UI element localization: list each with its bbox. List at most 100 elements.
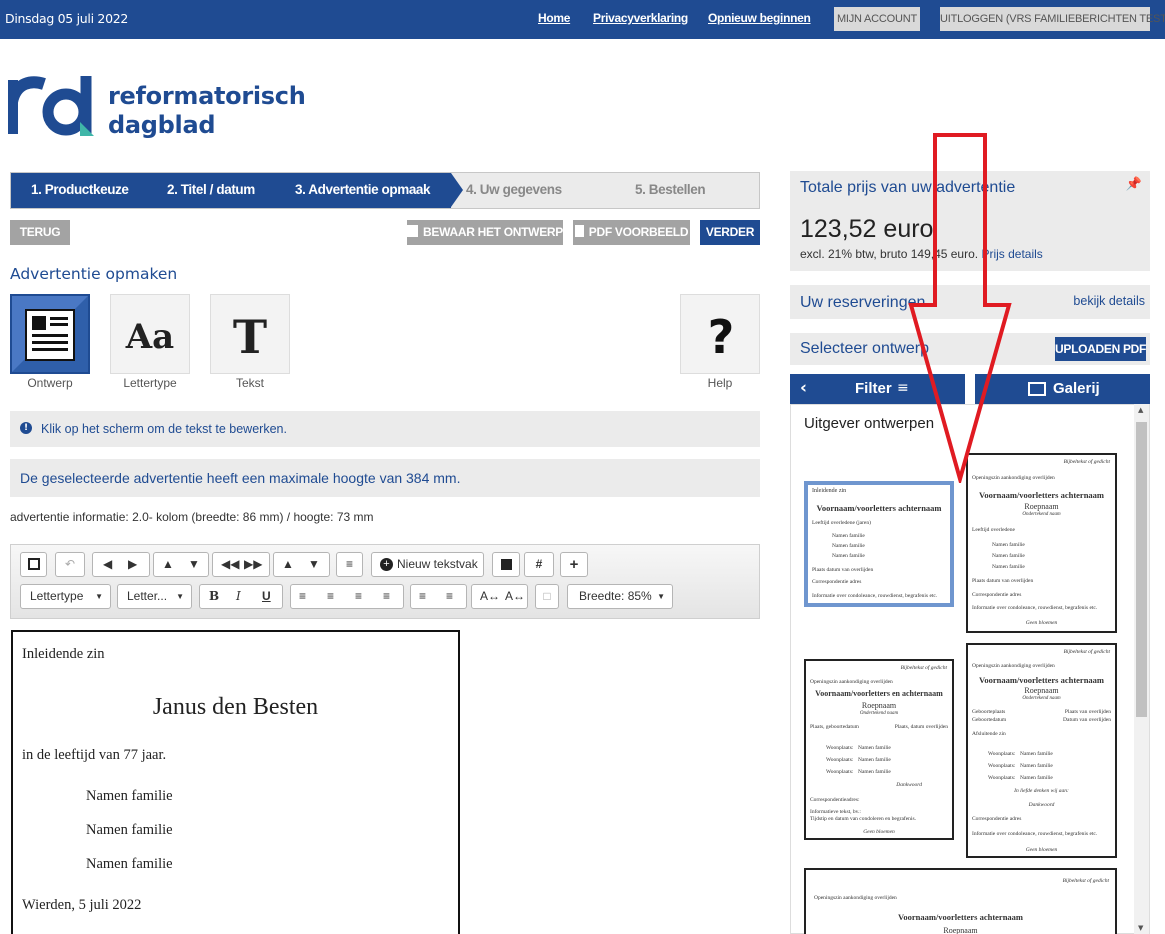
logout-button[interactable]: UITLOGGEN (VRS FAMILIEBERICHTEN TEST) [940, 7, 1165, 31]
thumb-3-line: Ondertekend naam [859, 711, 899, 716]
new-textbox-button[interactable]: + Nieuw tekstvak [371, 552, 484, 577]
thumb-4-line: Roepnaam [1024, 686, 1059, 695]
arrow-left-icon[interactable]: ◀ [103, 553, 112, 576]
ad-family-2[interactable]: Namen familie [86, 822, 173, 839]
line-spacing-increase-icon[interactable]: ≡ [446, 585, 453, 608]
nav-link-restart[interactable]: Opnieuw beginnen [708, 11, 811, 25]
next-button[interactable]: VERDER [700, 220, 760, 245]
my-account-button[interactable]: MIJN ACCOUNT [834, 7, 920, 31]
nav-link-home[interactable]: Home [538, 11, 570, 25]
align-left-icon[interactable]: ≡ [299, 585, 306, 608]
pdf-preview-button[interactable]: PDF VOORBEELD [573, 220, 690, 245]
ad-name[interactable]: Janus den Besten [13, 694, 458, 721]
thumb-4-line: In liefde denken wij aan: [1014, 788, 1069, 794]
save-design-button[interactable]: BEWAAR HET ONTWERP [407, 220, 563, 245]
section-title: Advertentie opmaken [10, 265, 178, 283]
design-thumb-5[interactable]: Bijbeltekst of gedicht Openingszin aanko… [804, 868, 1117, 934]
ad-intro[interactable]: Inleidende zin [22, 646, 105, 663]
nav-link-privacy[interactable]: Privacyverklaring [593, 11, 688, 25]
align-justify-icon[interactable]: ≡ [383, 585, 390, 608]
pin-icon[interactable]: 📌 [1126, 177, 1142, 192]
thumb-5-line: Roepnaam [943, 926, 978, 934]
bold-icon[interactable]: B [209, 585, 219, 608]
layout-design-icon [12, 296, 88, 372]
ad-info-text: advertentie informatie: 2.0- kolom (bree… [10, 510, 374, 524]
tool-help[interactable]: ? [680, 294, 760, 374]
back-button[interactable]: TERUG [10, 220, 70, 245]
arrow-up-icon[interactable]: ▲ [162, 553, 174, 576]
thumb-2-line: Ondertekend naam [1022, 512, 1061, 517]
paste-button[interactable]: □ [535, 584, 559, 609]
editor-toolbar: ↶ ◀ ▶ ▲ ▼ ◀◀ ▶▶ ▲ ▼ ≡ + Nieuw tekstvak # + L… [10, 544, 760, 619]
hash-grid-button[interactable]: # [524, 552, 554, 577]
design-thumb-3[interactable]: Bijbeltekst of gedicht Openingszin aanko… [804, 659, 954, 840]
upload-pdf-button[interactable]: UPLOADEN PDF [1055, 337, 1146, 361]
step-advertentie-opmaak[interactable]: 3. Advertentie opmaak [295, 182, 431, 197]
design-thumb-4[interactable]: Bijbeltekst of gedicht Openingszin aanko… [966, 643, 1117, 858]
add-button[interactable]: + [560, 552, 588, 577]
arrow-down-icon[interactable]: ▼ [188, 553, 200, 576]
thumb-4-line: Informatie over condoleance, rouwdienst,… [972, 831, 1098, 837]
width-select[interactable]: Breedte: 85% ▼ [567, 584, 673, 609]
to-top-icon[interactable]: ▲ [282, 553, 294, 576]
thumb-4-line: Correspondentie adres [972, 816, 1022, 822]
thumb-4-line: Dankwoord [1028, 802, 1055, 808]
italic-icon[interactable]: I [236, 585, 241, 608]
thumb-1-line: Leeftijd overledene (jaren) [812, 520, 871, 526]
align-center-icon[interactable]: ≡ [327, 585, 334, 608]
thumb-4-line: Woonplaats: [988, 763, 1016, 769]
thumb-3-line: Correspondentieadres: [810, 797, 860, 803]
font-size-select[interactable]: Letter... ▼ [117, 584, 192, 609]
tool-ontwerp[interactable] [10, 294, 90, 374]
step-productkeuze[interactable]: 1. Productkeuze [31, 182, 129, 197]
thumb-2-line: Roepnaam [1024, 502, 1059, 511]
help-icon: ? [708, 310, 735, 364]
gallery-scrollbar[interactable]: ▲ ▼ [1134, 404, 1149, 934]
tool-lettertype[interactable]: Aa [110, 294, 190, 374]
thumb-1-line: Informatie over condoleance, rouwdienst,… [812, 593, 938, 599]
to-bottom-icon[interactable]: ▼ [308, 553, 320, 576]
thumb-3-line: Namen familie [858, 769, 891, 775]
align-right-icon[interactable]: ≡ [355, 585, 362, 608]
thumb-1-line: Plaats datum van overlijden [812, 567, 874, 573]
floppy-icon [27, 558, 40, 570]
save-icon-button[interactable] [20, 552, 47, 577]
thumb-4-line: Afsluitende zin [972, 731, 1006, 737]
ad-family-1[interactable]: Namen familie [86, 788, 173, 805]
letter-spacing-increase-icon[interactable]: A↔ [480, 585, 500, 608]
step-titel-datum[interactable]: 2. Titel / datum [167, 182, 255, 197]
move-up-down-group: ▲ ▼ [153, 552, 209, 577]
rd-logo-icon [8, 76, 94, 136]
grid-button[interactable] [492, 552, 520, 577]
chevron-left-icon[interactable]: ‹ [800, 378, 807, 398]
tool-tekst[interactable]: T [210, 294, 290, 374]
double-right-icon[interactable]: ▶▶ [244, 553, 262, 576]
arrow-right-icon[interactable]: ▶ [128, 553, 137, 576]
pdf-preview-label: PDF VOORBEELD [588, 225, 689, 239]
thumb-5-name: Voornaam/voorletters achternaam [897, 912, 1024, 922]
scrollbar-thumb[interactable] [1136, 422, 1147, 717]
insert-line-icon: ≡ [345, 557, 353, 571]
double-left-icon[interactable]: ◀◀ [221, 553, 239, 576]
save-design-label: BEWAAR HET ONTWERP [423, 225, 563, 239]
underline-icon[interactable]: U [262, 585, 271, 608]
thumb-2-line: Bijbeltekst of gedicht [1063, 459, 1110, 465]
reservations-details-link[interactable]: bekijk details [1073, 294, 1145, 308]
thumb-2-line: Plaats datum van overlijden [972, 578, 1034, 584]
scroll-up-icon[interactable]: ▲ [1138, 406, 1143, 414]
letter-spacing-decrease-icon[interactable]: A↔ [505, 585, 525, 608]
ad-place-date[interactable]: Wierden, 5 juli 2022 [22, 897, 141, 914]
thumb-4-line: Namen familie [1020, 763, 1053, 769]
ad-family-3[interactable]: Namen familie [86, 856, 173, 873]
insert-line-button[interactable]: ≡ [336, 552, 363, 577]
ad-age[interactable]: in de leeftijd van 77 jaar. [22, 747, 166, 764]
line-spacing-decrease-icon[interactable]: ≡ [419, 585, 426, 608]
caret-down-icon: ▼ [657, 592, 665, 601]
undo-button[interactable]: ↶ [55, 552, 85, 577]
thumb-3-line: Bijbeltekst of gedicht [900, 665, 947, 671]
design-thumb-1[interactable]: Inleidende zin Voornaam/voorletters acht… [804, 481, 954, 607]
thumb-4-line: Geen bloemen [1025, 847, 1058, 853]
scroll-down-icon[interactable]: ▼ [1138, 924, 1143, 932]
font-family-select[interactable]: Lettertype ▼ [20, 584, 111, 609]
ad-canvas[interactable]: Inleidende zin Janus den Besten in de le… [11, 630, 460, 934]
